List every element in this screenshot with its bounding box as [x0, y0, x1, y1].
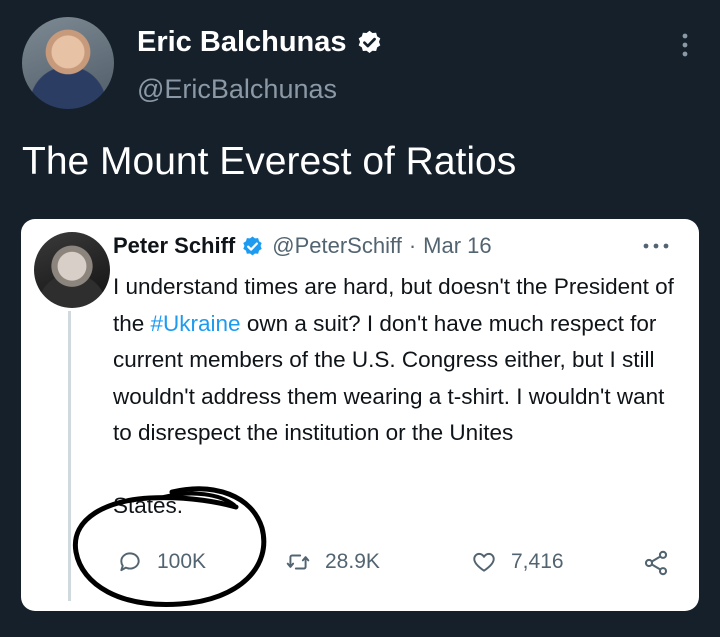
like-count: 7,416 — [511, 550, 564, 573]
quoted-date[interactable]: Mar 16 — [423, 233, 491, 259]
quoted-author-handle[interactable]: @PeterSchiff — [272, 233, 402, 259]
separator-dot: · — [408, 233, 417, 258]
author-avatar[interactable] — [22, 17, 114, 109]
reply-count: 100K — [157, 550, 207, 573]
quoted-author-name[interactable]: Peter Schiff — [113, 233, 235, 259]
quoted-author-avatar[interactable] — [34, 232, 110, 308]
quoted-tweet-header: Peter Schiff @PeterSchiff · Mar 16 — [113, 233, 492, 259]
retweet-count: 28.9K — [325, 550, 380, 573]
more-vertical-icon[interactable] — [675, 30, 695, 60]
author-name[interactable]: Eric Balchunas — [137, 26, 347, 59]
verified-badge-icon — [243, 235, 262, 255]
retweet-icon — [286, 554, 310, 570]
quoted-text-cutoff: States. — [113, 494, 184, 516]
more-horizontal-icon[interactable] — [641, 241, 671, 251]
heart-icon — [473, 552, 495, 572]
thread-line — [68, 311, 71, 601]
reply-button[interactable]: 100K — [117, 549, 206, 575]
tweet-header: Eric Balchunas @EricBalchunas — [0, 0, 720, 120]
quoted-tweet-body: I understand times are hard, but doesn't… — [113, 269, 683, 452]
author-name-row[interactable]: Eric Balchunas — [137, 26, 383, 59]
retweet-button[interactable]: 28.9K — [285, 549, 380, 575]
like-button[interactable]: 7,416 — [471, 549, 564, 575]
quoted-tweet-card[interactable]: Peter Schiff @PeterSchiff · Mar 16 I und… — [21, 219, 699, 611]
share-icon[interactable] — [642, 549, 670, 577]
reply-icon — [120, 552, 140, 572]
author-handle[interactable]: @EricBalchunas — [137, 74, 337, 105]
tweet-text: The Mount Everest of Ratios — [22, 140, 517, 183]
verified-badge-icon — [358, 30, 380, 53]
hashtag-link[interactable]: #Ukraine — [151, 311, 241, 336]
